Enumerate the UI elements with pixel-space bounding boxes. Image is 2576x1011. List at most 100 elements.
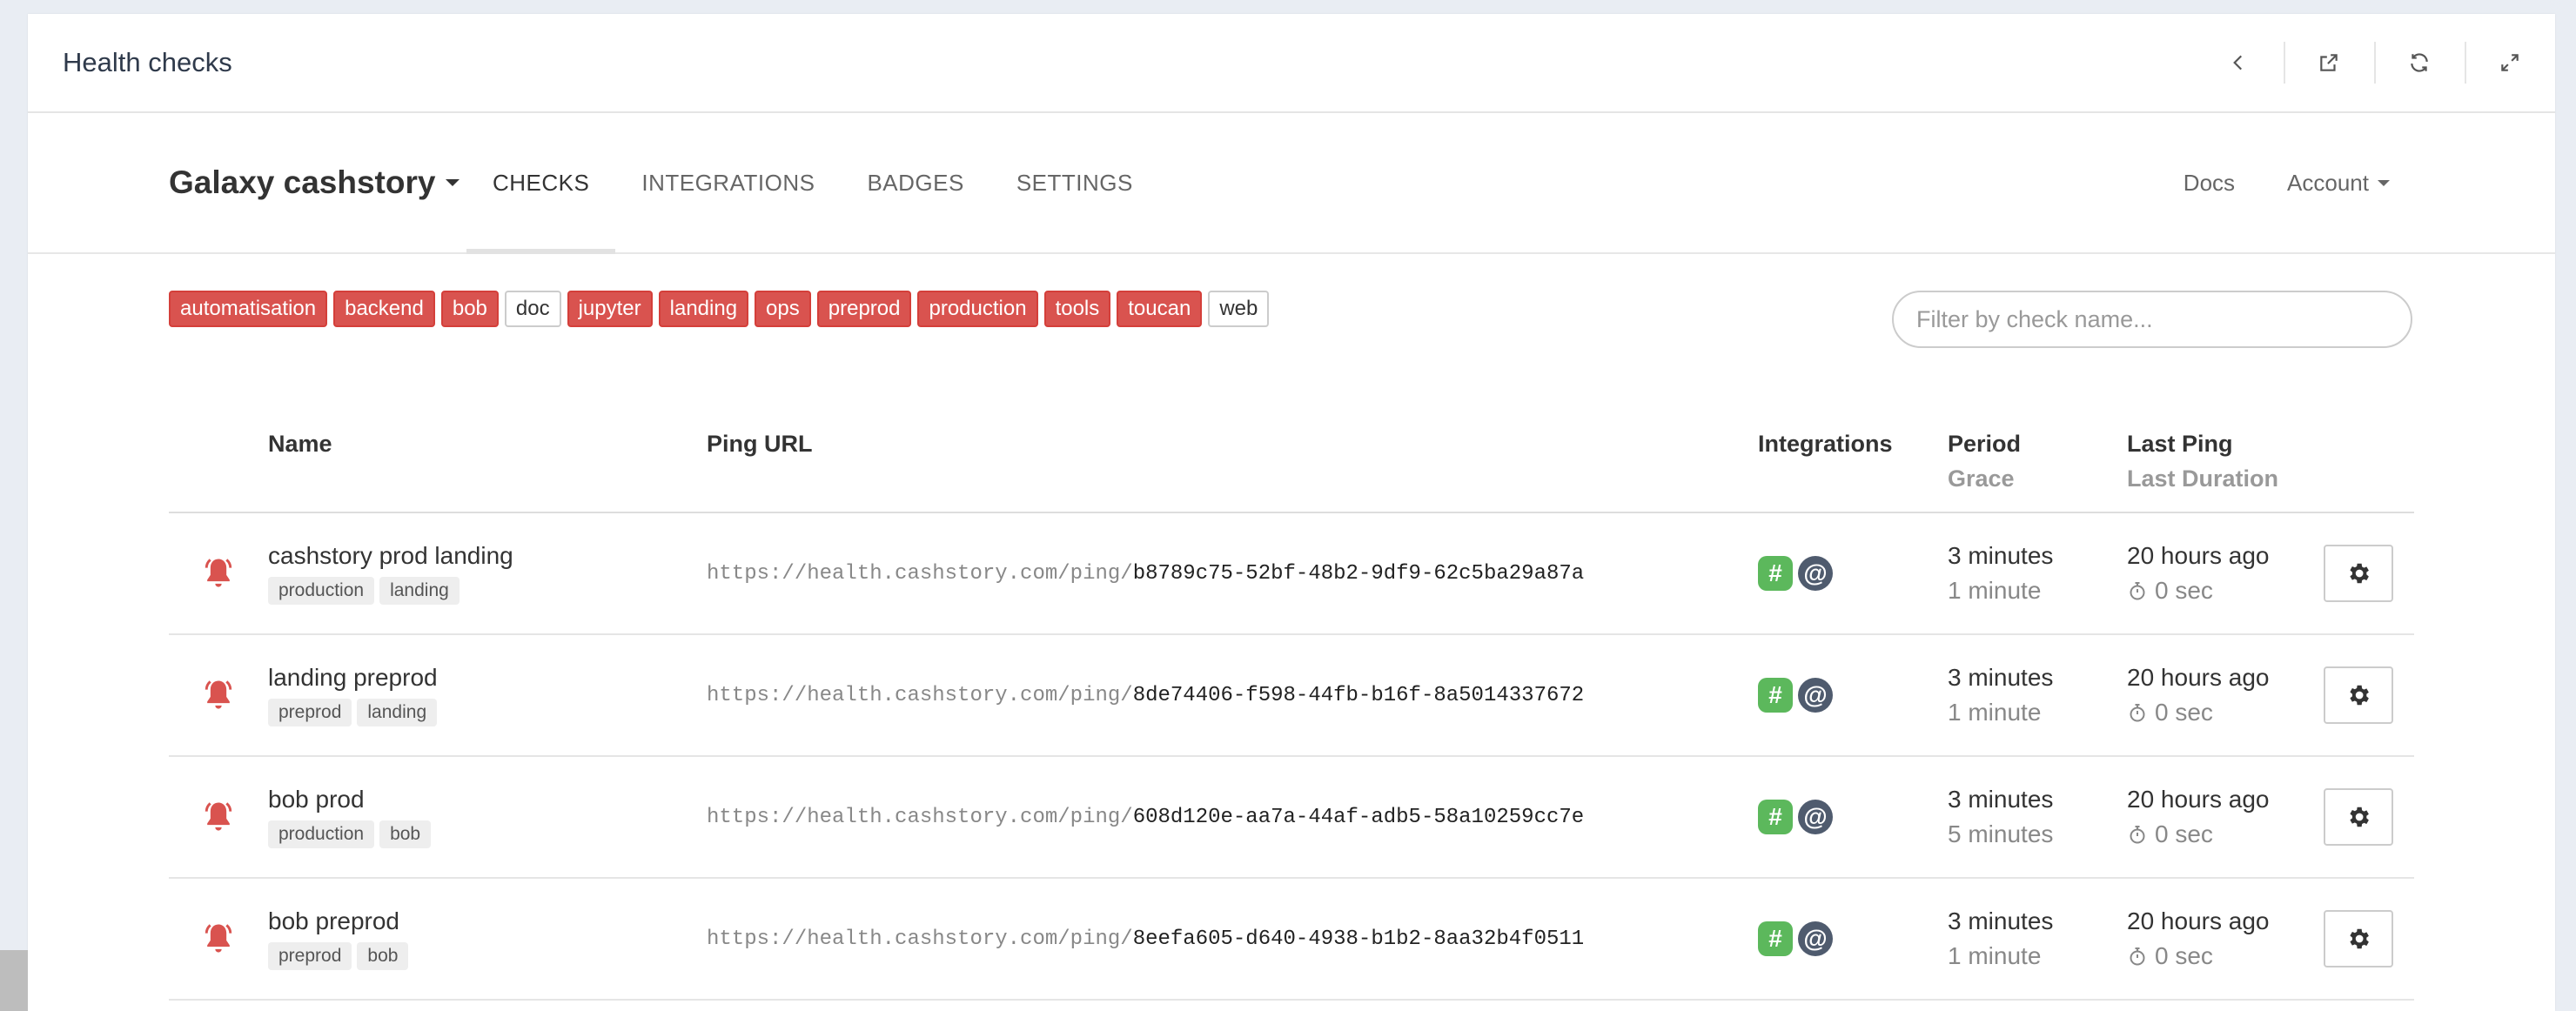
tab-settings[interactable]: SETTINGS bbox=[990, 113, 1159, 252]
period-info: 3 minutes 1 minute bbox=[1948, 539, 2127, 608]
tag-filter[interactable]: production bbox=[917, 291, 1038, 327]
last-ping-info: 20 hours ago 0 sec bbox=[2127, 660, 2324, 730]
period-info: 3 minutes 5 minutes bbox=[1948, 782, 2127, 852]
open-external-button[interactable] bbox=[2284, 14, 2374, 111]
tag-filter[interactable]: backend bbox=[333, 291, 435, 327]
email-icon[interactable]: @ bbox=[1798, 921, 1833, 956]
tab-integrations[interactable]: INTEGRATIONS bbox=[615, 113, 841, 252]
period-header: Period Grace bbox=[1948, 409, 2127, 513]
tag-filter[interactable]: landing bbox=[658, 291, 749, 327]
stopwatch-icon bbox=[2130, 826, 2145, 844]
tag-filter[interactable]: tools bbox=[1043, 291, 1111, 327]
check-name[interactable]: cashstory prod landing bbox=[268, 542, 707, 570]
period-info: 3 minutes 1 minute bbox=[1948, 660, 2127, 730]
external-link-icon bbox=[2320, 54, 2338, 71]
email-icon[interactable]: @ bbox=[1798, 800, 1833, 834]
tag-filter[interactable]: toucan bbox=[1117, 291, 1203, 327]
slack-icon[interactable]: # bbox=[1758, 678, 1793, 713]
last-ping-header[interactable]: Last Ping Last Duration bbox=[2127, 409, 2324, 513]
tag-filter[interactable]: web bbox=[1208, 291, 1270, 327]
ping-url-code: 8de74406-f598-44fb-b16f-8a5014337672 bbox=[1132, 683, 1585, 707]
gear-icon bbox=[2350, 928, 2369, 949]
project-name: Galaxy cashstory bbox=[169, 164, 436, 200]
period-value: 3 minutes bbox=[1948, 786, 2054, 813]
ping-url-code: b8789c75-52bf-48b2-9df9-62c5ba29a87a bbox=[1132, 561, 1585, 586]
last-ping-value: 20 hours ago bbox=[2127, 907, 2270, 934]
tag-filter[interactable]: preprod bbox=[816, 291, 912, 327]
check-settings-button[interactable] bbox=[2324, 666, 2393, 724]
nav-tabs: CHECKS INTEGRATIONS BADGES SETTINGS bbox=[466, 113, 1159, 254]
slack-icon[interactable]: # bbox=[1758, 800, 1793, 834]
ping-url[interactable]: https://health.cashstory.com/ping/8eefa6… bbox=[707, 927, 1758, 951]
check-name[interactable]: landing preprod bbox=[268, 664, 707, 692]
refresh-button[interactable] bbox=[2374, 14, 2465, 111]
checks-table: Name Ping URL Integrations Period Grace … bbox=[169, 409, 2414, 1001]
chevron-left-icon bbox=[2233, 55, 2243, 70]
integration-icons: # @ bbox=[1758, 800, 1948, 834]
table-row[interactable]: landing preprod preprod landing https://… bbox=[169, 634, 2414, 757]
email-icon[interactable]: @ bbox=[1798, 556, 1833, 591]
check-name[interactable]: bob preprod bbox=[268, 907, 707, 935]
navbar: Galaxy cashstory CHECKS INTEGRATIONS BAD… bbox=[28, 113, 2555, 254]
email-icon[interactable]: @ bbox=[1798, 678, 1833, 713]
ping-url-code: 608d120e-aa7a-44af-adb5-58a10259cc7e bbox=[1132, 805, 1585, 829]
period-value: 3 minutes bbox=[1948, 542, 2054, 569]
tag-filter[interactable]: jupyter bbox=[567, 291, 653, 327]
tag-filter[interactable]: doc bbox=[504, 291, 561, 327]
gear-icon bbox=[2350, 685, 2369, 706]
name-header[interactable]: Name bbox=[268, 409, 707, 513]
last-duration: 0 sec bbox=[2127, 817, 2324, 852]
check-tags: production landing bbox=[268, 577, 707, 605]
check-tag: bob bbox=[357, 942, 409, 970]
table-row[interactable]: cashstory prod landing production landin… bbox=[169, 512, 2414, 635]
back-button[interactable] bbox=[2193, 14, 2284, 111]
project-switcher[interactable]: Galaxy cashstory bbox=[169, 113, 460, 252]
docs-link[interactable]: Docs bbox=[2157, 170, 2261, 197]
account-menu[interactable]: Account bbox=[2261, 170, 2416, 197]
search-input[interactable] bbox=[1892, 291, 2412, 348]
grace-label: Grace bbox=[1948, 465, 2015, 492]
tag-filter[interactable]: ops bbox=[755, 291, 811, 327]
check-settings-button[interactable] bbox=[2324, 910, 2393, 967]
period-label: Period bbox=[1948, 431, 2022, 457]
ping-url-base: https://health.cashstory.com/ping/ bbox=[707, 805, 1133, 829]
check-settings-button[interactable] bbox=[2324, 788, 2393, 846]
grace-value: 5 minutes bbox=[1948, 820, 2054, 847]
ping-url[interactable]: https://health.cashstory.com/ping/b8789c… bbox=[707, 562, 1758, 586]
stopwatch-icon bbox=[2130, 704, 2145, 722]
last-ping-info: 20 hours ago 0 sec bbox=[2127, 904, 2324, 974]
ping-url[interactable]: https://health.cashstory.com/ping/608d12… bbox=[707, 806, 1758, 829]
check-tag: landing bbox=[357, 699, 438, 726]
bell-ringing-icon bbox=[205, 924, 232, 953]
tag-filter[interactable]: bob bbox=[440, 291, 499, 327]
expand-icon bbox=[2501, 54, 2519, 71]
last-duration: 0 sec bbox=[2127, 695, 2324, 730]
last-duration-value: 0 sec bbox=[2155, 820, 2213, 847]
ping-url[interactable]: https://health.cashstory.com/ping/8de744… bbox=[707, 684, 1758, 707]
check-tags: production bob bbox=[268, 820, 707, 848]
check-tags: preprod bob bbox=[268, 942, 707, 970]
last-ping-value: 20 hours ago bbox=[2127, 664, 2270, 691]
last-duration: 0 sec bbox=[2127, 939, 2324, 974]
integrations-header: Integrations bbox=[1758, 409, 1948, 513]
table-row[interactable]: bob preprod preprod bob https://health.c… bbox=[169, 878, 2414, 1001]
tag-filter[interactable]: automatisation bbox=[169, 291, 328, 327]
integration-icons: # @ bbox=[1758, 678, 1948, 713]
check-name[interactable]: bob prod bbox=[268, 786, 707, 813]
status-header bbox=[169, 409, 268, 513]
last-ping-value: 20 hours ago bbox=[2127, 786, 2270, 813]
tab-badges[interactable]: BADGES bbox=[841, 113, 989, 252]
slack-icon[interactable]: # bbox=[1758, 921, 1793, 956]
panel-title: Health checks bbox=[63, 47, 232, 77]
last-duration-value: 0 sec bbox=[2155, 942, 2213, 969]
expand-button[interactable] bbox=[2465, 14, 2555, 111]
check-tag: production bbox=[268, 577, 375, 605]
status-down-icon bbox=[169, 798, 268, 836]
check-settings-button[interactable] bbox=[2324, 545, 2393, 602]
panel-toolbar bbox=[2193, 14, 2555, 111]
slack-icon[interactable]: # bbox=[1758, 556, 1793, 591]
integration-icons: # @ bbox=[1758, 556, 1948, 591]
bell-ringing-icon bbox=[205, 559, 232, 587]
table-row[interactable]: bob prod production bob https://health.c… bbox=[169, 756, 2414, 879]
tab-checks[interactable]: CHECKS bbox=[466, 113, 616, 254]
